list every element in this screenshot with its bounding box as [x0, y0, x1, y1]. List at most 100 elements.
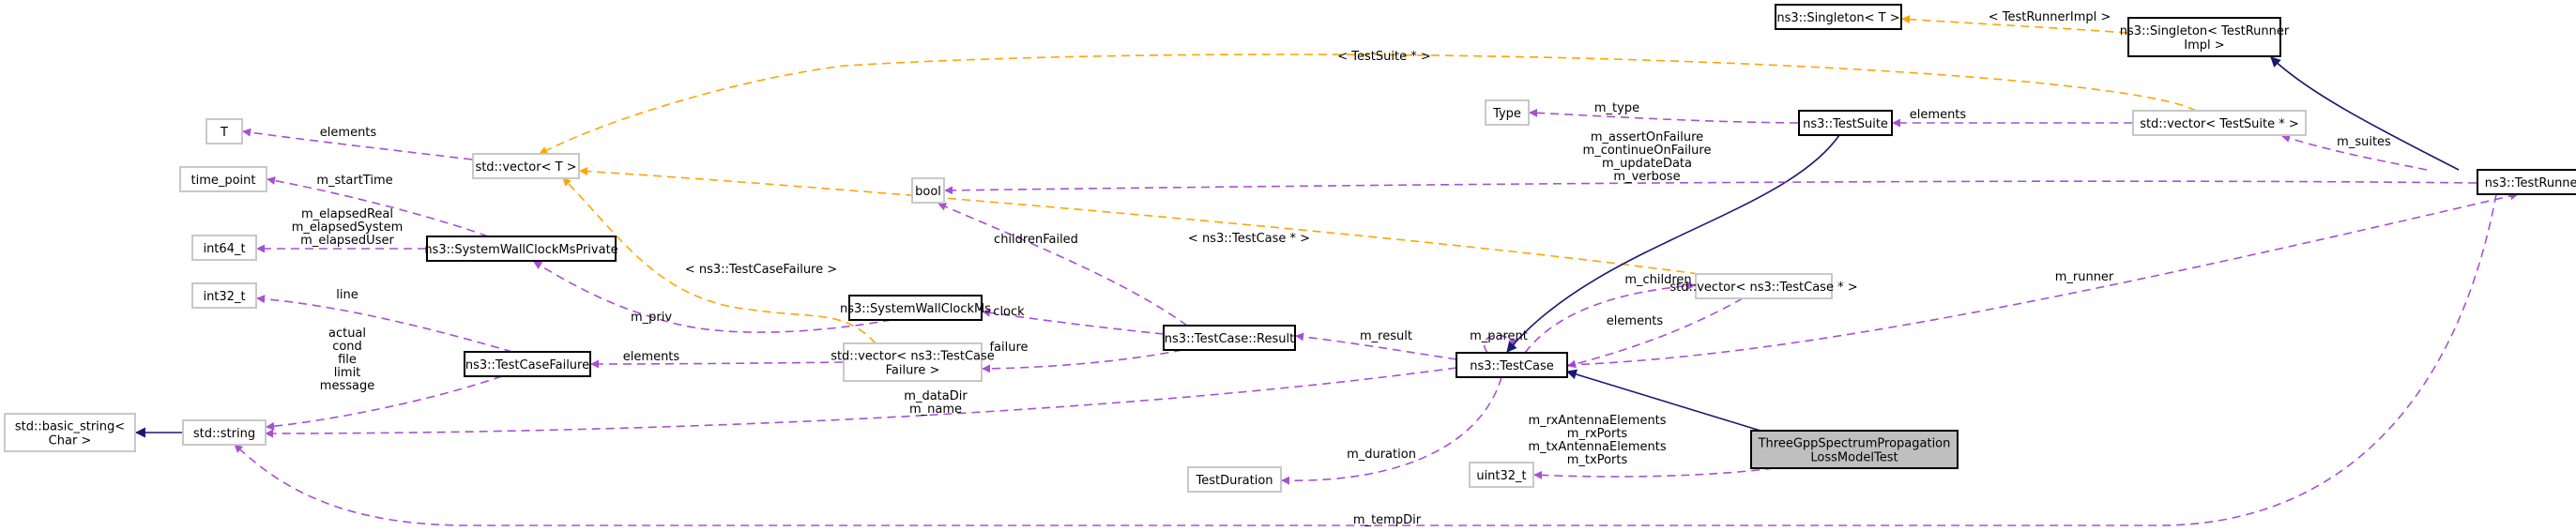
edge-usage-threegpp-to-uint32_t — [1533, 467, 1775, 479]
node-vector-testsuite[interactable]: std::vector< TestSuite * > — [2132, 110, 2307, 136]
edge-label: elements — [320, 126, 377, 140]
edge-label-line: m_elapsedReal — [301, 207, 393, 221]
edge-label-line: elements — [320, 126, 377, 140]
node-label: ns3::TestCase — [1470, 359, 1553, 373]
edge-label: failure — [989, 341, 1028, 355]
node-basic-string[interactable]: std::basic_string<Char > — [4, 413, 136, 452]
node-type[interactable]: Type — [1485, 99, 1530, 126]
node-label: std::basic_string< — [15, 420, 125, 434]
edge-label-line: limit — [334, 366, 361, 380]
node-label: std::vector< TestSuite * > — [2140, 117, 2299, 131]
edge-template-vector_testcase-to-vector_t — [579, 167, 1700, 275]
node-label: bool — [915, 185, 941, 199]
node-singleton-t[interactable]: ns3::Singleton< T > — [1775, 4, 1902, 30]
edge-usage-testrunnerimpl-to-bool — [944, 180, 2477, 195]
node-label: int32_t — [203, 290, 245, 304]
node-time-point[interactable]: time_point — [179, 166, 267, 192]
edge-label: line — [336, 288, 358, 302]
edge-labels-layer: m_rxAntennaElements m_rxPorts m_txAntennaE… — [292, 10, 2391, 527]
edge-label: m_startTime — [316, 174, 392, 188]
edge-label-line: elements — [1607, 314, 1664, 328]
node-singleton-tri[interactable]: ns3::Singleton< TestRunnerImpl > — [2120, 17, 2290, 57]
node-uint32-t[interactable]: uint32_t — [1469, 462, 1534, 488]
node-vector-failure[interactable]: std::vector< ns3::TestCaseFailure > — [831, 342, 995, 382]
edge-label: m_parent — [1470, 329, 1528, 343]
node-label: ThreeGppSpectrumPropagation — [1758, 437, 1951, 451]
node-label: ns3::TestRunnerImpl — [2485, 176, 2576, 190]
node-label: ns3::Singleton< TestRunner — [2120, 24, 2290, 38]
edge-label-line: m_runner — [2055, 270, 2114, 284]
edge-label: m_runner — [2055, 270, 2114, 284]
edge-usage-vector_testcase-to-testcase — [1567, 297, 1744, 369]
edge-label-line: elements — [623, 350, 680, 364]
edge-label-line: m_parent — [1470, 329, 1528, 343]
edge-label-line: m_duration — [1347, 448, 1416, 462]
edge-label-line: m_assertOnFailure — [1591, 130, 1703, 144]
node-testcase[interactable]: ns3::TestCase — [1456, 352, 1568, 378]
edge-label: m_tempDir — [1353, 513, 1422, 527]
node-testcasefailure[interactable]: ns3::TestCaseFailure — [464, 351, 591, 377]
edge-label: clock — [993, 305, 1025, 319]
node-label: ns3::TestSuite — [1803, 117, 1888, 131]
edge-label: m_duration — [1347, 448, 1416, 462]
node-testduration[interactable]: TestDuration — [1187, 466, 1282, 493]
edge-label-line: m_tempDir — [1353, 513, 1422, 527]
node-label: Impl > — [2184, 38, 2224, 53]
node-int32-t[interactable]: int32_t — [191, 282, 257, 309]
edge-label-line: m_rxPorts — [1567, 427, 1628, 441]
node-label: ns3::Singleton< T > — [1776, 11, 1899, 25]
edge-label-line: m_elapsedSystem — [292, 220, 404, 235]
edges-layer — [134, 15, 2519, 526]
node-label: int64_t — [203, 242, 245, 256]
edge-label-line: m_result — [1360, 329, 1412, 343]
edge-label: < TestSuite * > — [1337, 50, 1430, 64]
node-label: Failure > — [886, 364, 940, 378]
edge-label: < ns3::TestCaseFailure > — [685, 263, 837, 277]
node-label: ns3::TestCaseFailure — [465, 358, 589, 372]
edge-label: m_dataDir m_name — [904, 389, 968, 417]
node-t[interactable]: T — [206, 118, 243, 144]
edge-label-line: < TestRunnerImpl > — [1989, 10, 2111, 24]
edge-label: elements — [1607, 314, 1664, 328]
node-vector-t[interactable]: std::vector< T > — [472, 153, 580, 179]
node-label: ns3::SystemWallClockMsPrivate — [424, 243, 617, 257]
node-vector-testcase[interactable]: std::vector< ns3::TestCase * > — [1669, 273, 1858, 299]
edge-label: < TestRunnerImpl > — [1989, 10, 2111, 24]
edge-label: m_assertOnFailure m_continueOnFailure m_up… — [1583, 130, 1712, 184]
edge-label-line: elements — [1910, 108, 1967, 122]
edge-label-line: line — [336, 288, 358, 302]
edge-label-line: m_name — [909, 403, 962, 417]
node-bool[interactable]: bool — [911, 177, 945, 204]
collaboration-diagram: m_rxAntennaElements m_rxPorts m_txAntennaE… — [4, 4, 2576, 527]
node-threegpp[interactable]: ThreeGppSpectrumPropagationLossModelTest — [1750, 430, 1959, 469]
node-int64-t[interactable]: int64_t — [191, 235, 257, 261]
edge-label: m_priv — [631, 311, 672, 325]
edge-label-line: m_txPorts — [1567, 453, 1628, 467]
node-testcase-result[interactable]: ns3::TestCase::Result — [1163, 325, 1296, 351]
edge-label-line: < ns3::TestCaseFailure > — [685, 263, 837, 277]
node-systemwallclockmsprivate[interactable]: ns3::SystemWallClockMsPrivate — [424, 236, 618, 262]
node-string[interactable]: std::string — [182, 419, 267, 446]
node-label: std::vector< T > — [475, 160, 576, 175]
edge-label-line: < ns3::TestCase * > — [1188, 232, 1310, 246]
edge-usage-testsuite-to-type — [1529, 108, 1799, 124]
edge-label-line: m_dataDir — [904, 389, 968, 403]
node-label: std::vector< ns3::TestCase — [831, 350, 995, 364]
node-systemwallclockms[interactable]: ns3::SystemWallClockMs — [840, 295, 991, 321]
edge-label: elements — [623, 350, 680, 364]
edge-label: m_elapsedReal m_elapsedSystem m_elapsedUse… — [292, 207, 404, 248]
edge-label-line: m_continueOnFailure — [1583, 144, 1712, 158]
node-label: TestDuration — [1195, 474, 1273, 488]
edge-usage-testcase-to-testduration — [1281, 376, 1502, 485]
node-label: ns3::TestCase::Result — [1165, 332, 1294, 346]
node-testrunnerimpl[interactable]: ns3::TestRunnerImpl — [2477, 169, 2576, 195]
edge-label: childrenFailed — [994, 233, 1078, 247]
node-label: std::string — [193, 427, 255, 441]
node-testsuite[interactable]: ns3::TestSuite — [1798, 110, 1893, 136]
edge-label-line: m_rxAntennaElements — [1528, 414, 1666, 428]
edge-label-line: m_verbose — [1613, 170, 1680, 184]
edge-label-line: < TestSuite * > — [1337, 50, 1430, 64]
edge-label-line: m_startTime — [316, 174, 392, 188]
edge-label-line: actual — [328, 327, 366, 341]
node-label: uint32_t — [1476, 469, 1526, 483]
